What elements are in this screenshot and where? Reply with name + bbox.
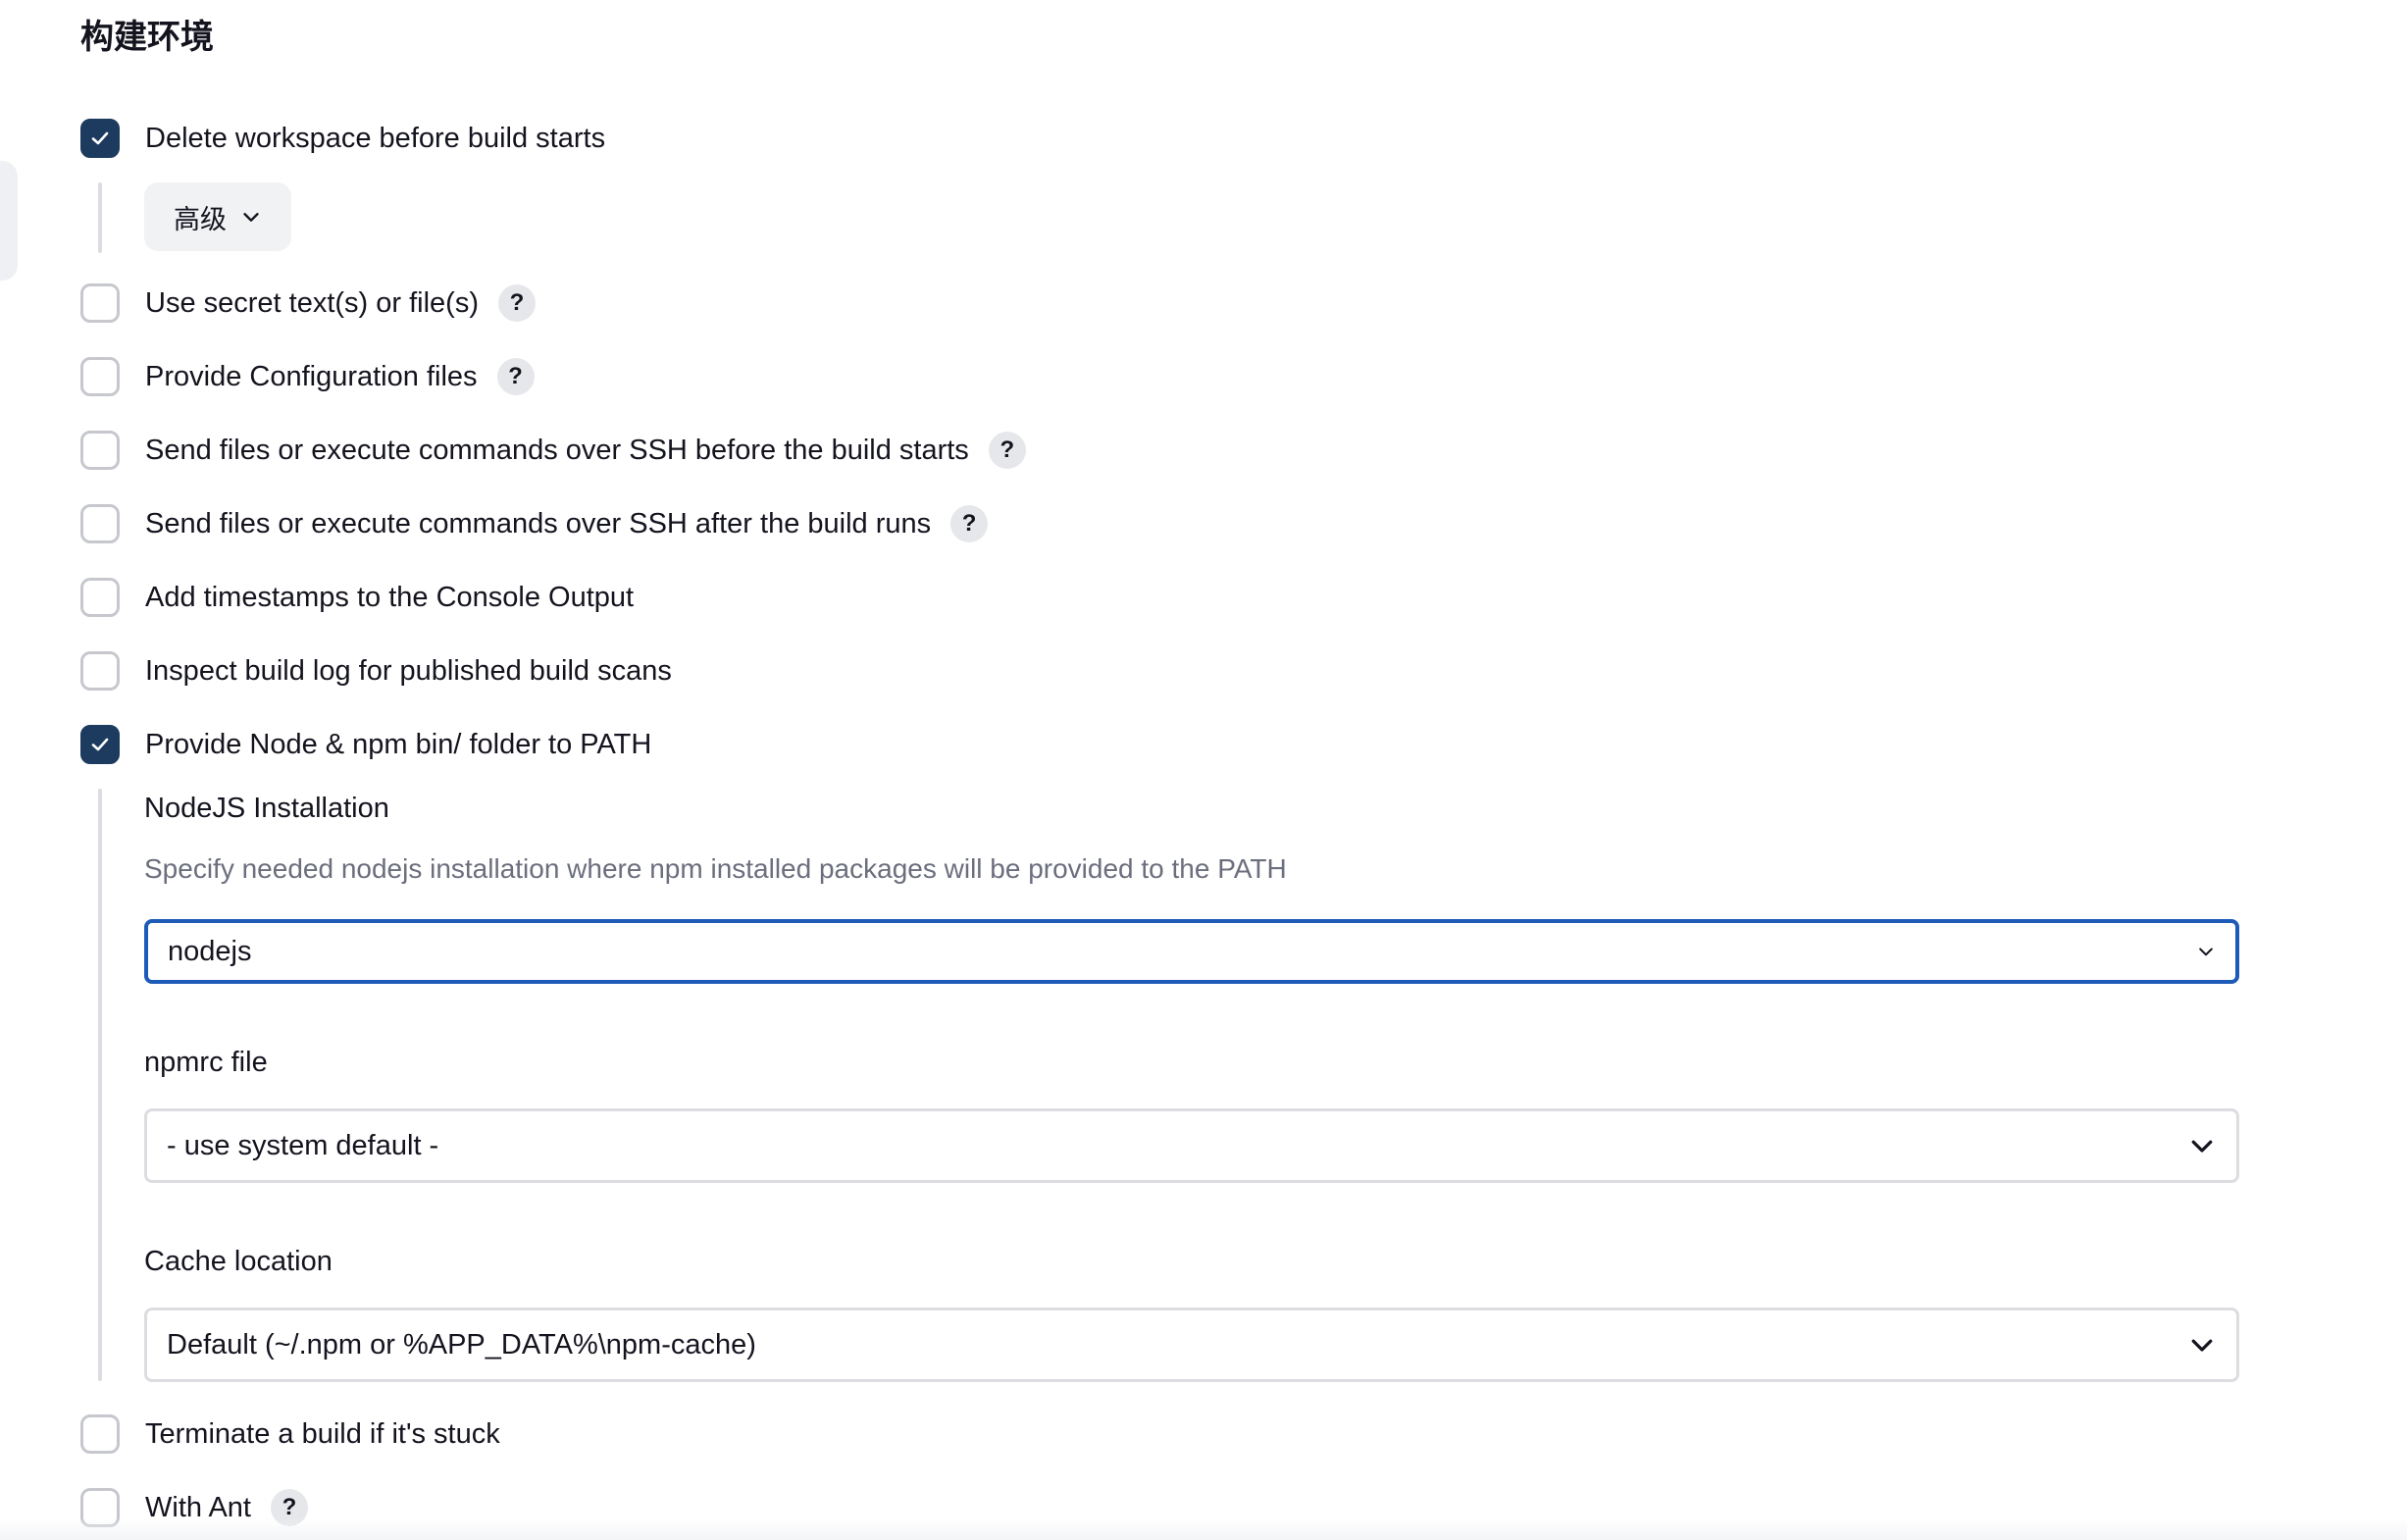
nodejs-installation-select[interactable]: nodejs (144, 919, 2239, 984)
provide-node-checkbox[interactable] (80, 725, 120, 764)
option-provide-config-files[interactable]: Provide Configuration files ? (80, 355, 535, 398)
nodejs-installation-value: nodejs (168, 935, 252, 967)
timestamps-checkbox[interactable] (80, 578, 120, 617)
inspect-build-log-label[interactable]: Inspect build log for published build sc… (145, 655, 672, 688)
option-ssh-before[interactable]: Send files or execute commands over SSH … (80, 429, 1026, 472)
help-icon[interactable]: ? (950, 505, 989, 542)
option-delete-workspace[interactable]: Delete workspace before build starts (80, 117, 605, 160)
chevron-down-icon (243, 213, 259, 222)
nested-indent-line (98, 789, 102, 1381)
side-panel-tab (0, 161, 18, 281)
chevron-down-icon (2199, 948, 2213, 956)
timestamps-label[interactable]: Add timestamps to the Console Output (145, 582, 634, 614)
option-use-secret[interactable]: Use secret text(s) or file(s) ? (80, 282, 536, 325)
help-icon[interactable]: ? (498, 284, 536, 322)
terminate-stuck-checkbox[interactable] (80, 1414, 120, 1454)
npmrc-file-label: npmrc file (144, 1047, 268, 1078)
nodejs-installation-label: NodeJS Installation (144, 793, 389, 824)
cache-location-value: Default (~/.npm or %APP_DATA%\npm-cache) (167, 1328, 756, 1360)
help-icon[interactable]: ? (988, 432, 1026, 469)
advanced-button-label: 高级 (174, 204, 227, 235)
ssh-before-checkbox[interactable] (80, 431, 120, 470)
nodejs-installation-description: Specify needed nodejs installation where… (144, 853, 1287, 884)
terminate-stuck-label[interactable]: Terminate a build if it's stuck (145, 1418, 500, 1451)
checkmark-icon (91, 738, 109, 751)
option-provide-node[interactable]: Provide Node & npm bin/ folder to PATH (80, 723, 651, 766)
checkmark-icon (91, 131, 109, 145)
npmrc-file-value: - use system default - (167, 1129, 439, 1161)
option-ssh-after[interactable]: Send files or execute commands over SSH … (80, 502, 989, 545)
option-timestamps[interactable]: Add timestamps to the Console Output (80, 576, 634, 619)
ssh-after-checkbox[interactable] (80, 504, 120, 543)
provide-node-label[interactable]: Provide Node & npm bin/ folder to PATH (145, 729, 651, 761)
cache-location-label: Cache location (144, 1246, 333, 1277)
use-secret-label[interactable]: Use secret text(s) or file(s) (145, 287, 479, 320)
inspect-build-log-checkbox[interactable] (80, 651, 120, 691)
use-secret-checkbox[interactable] (80, 283, 120, 323)
chevron-down-icon (2191, 1140, 2213, 1153)
provide-config-files-checkbox[interactable] (80, 357, 120, 396)
ssh-before-label[interactable]: Send files or execute commands over SSH … (145, 435, 969, 467)
bottom-scroll-fade (0, 1518, 2407, 1540)
advanced-button[interactable]: 高级 (144, 182, 291, 251)
delete-workspace-label[interactable]: Delete workspace before build starts (145, 123, 605, 155)
option-terminate-stuck[interactable]: Terminate a build if it's stuck (80, 1412, 500, 1456)
nested-indent-line (98, 182, 102, 253)
option-inspect-build-log[interactable]: Inspect build log for published build sc… (80, 649, 672, 693)
section-title: 构建环境 (80, 18, 214, 57)
chevron-down-icon (2191, 1339, 2213, 1352)
cache-location-select[interactable]: Default (~/.npm or %APP_DATA%\npm-cache) (144, 1308, 2239, 1382)
help-icon[interactable]: ? (496, 358, 535, 395)
delete-workspace-checkbox[interactable] (80, 119, 120, 158)
ssh-after-label[interactable]: Send files or execute commands over SSH … (145, 508, 931, 540)
provide-config-files-label[interactable]: Provide Configuration files (145, 361, 478, 393)
npmrc-file-select[interactable]: - use system default - (144, 1108, 2239, 1183)
